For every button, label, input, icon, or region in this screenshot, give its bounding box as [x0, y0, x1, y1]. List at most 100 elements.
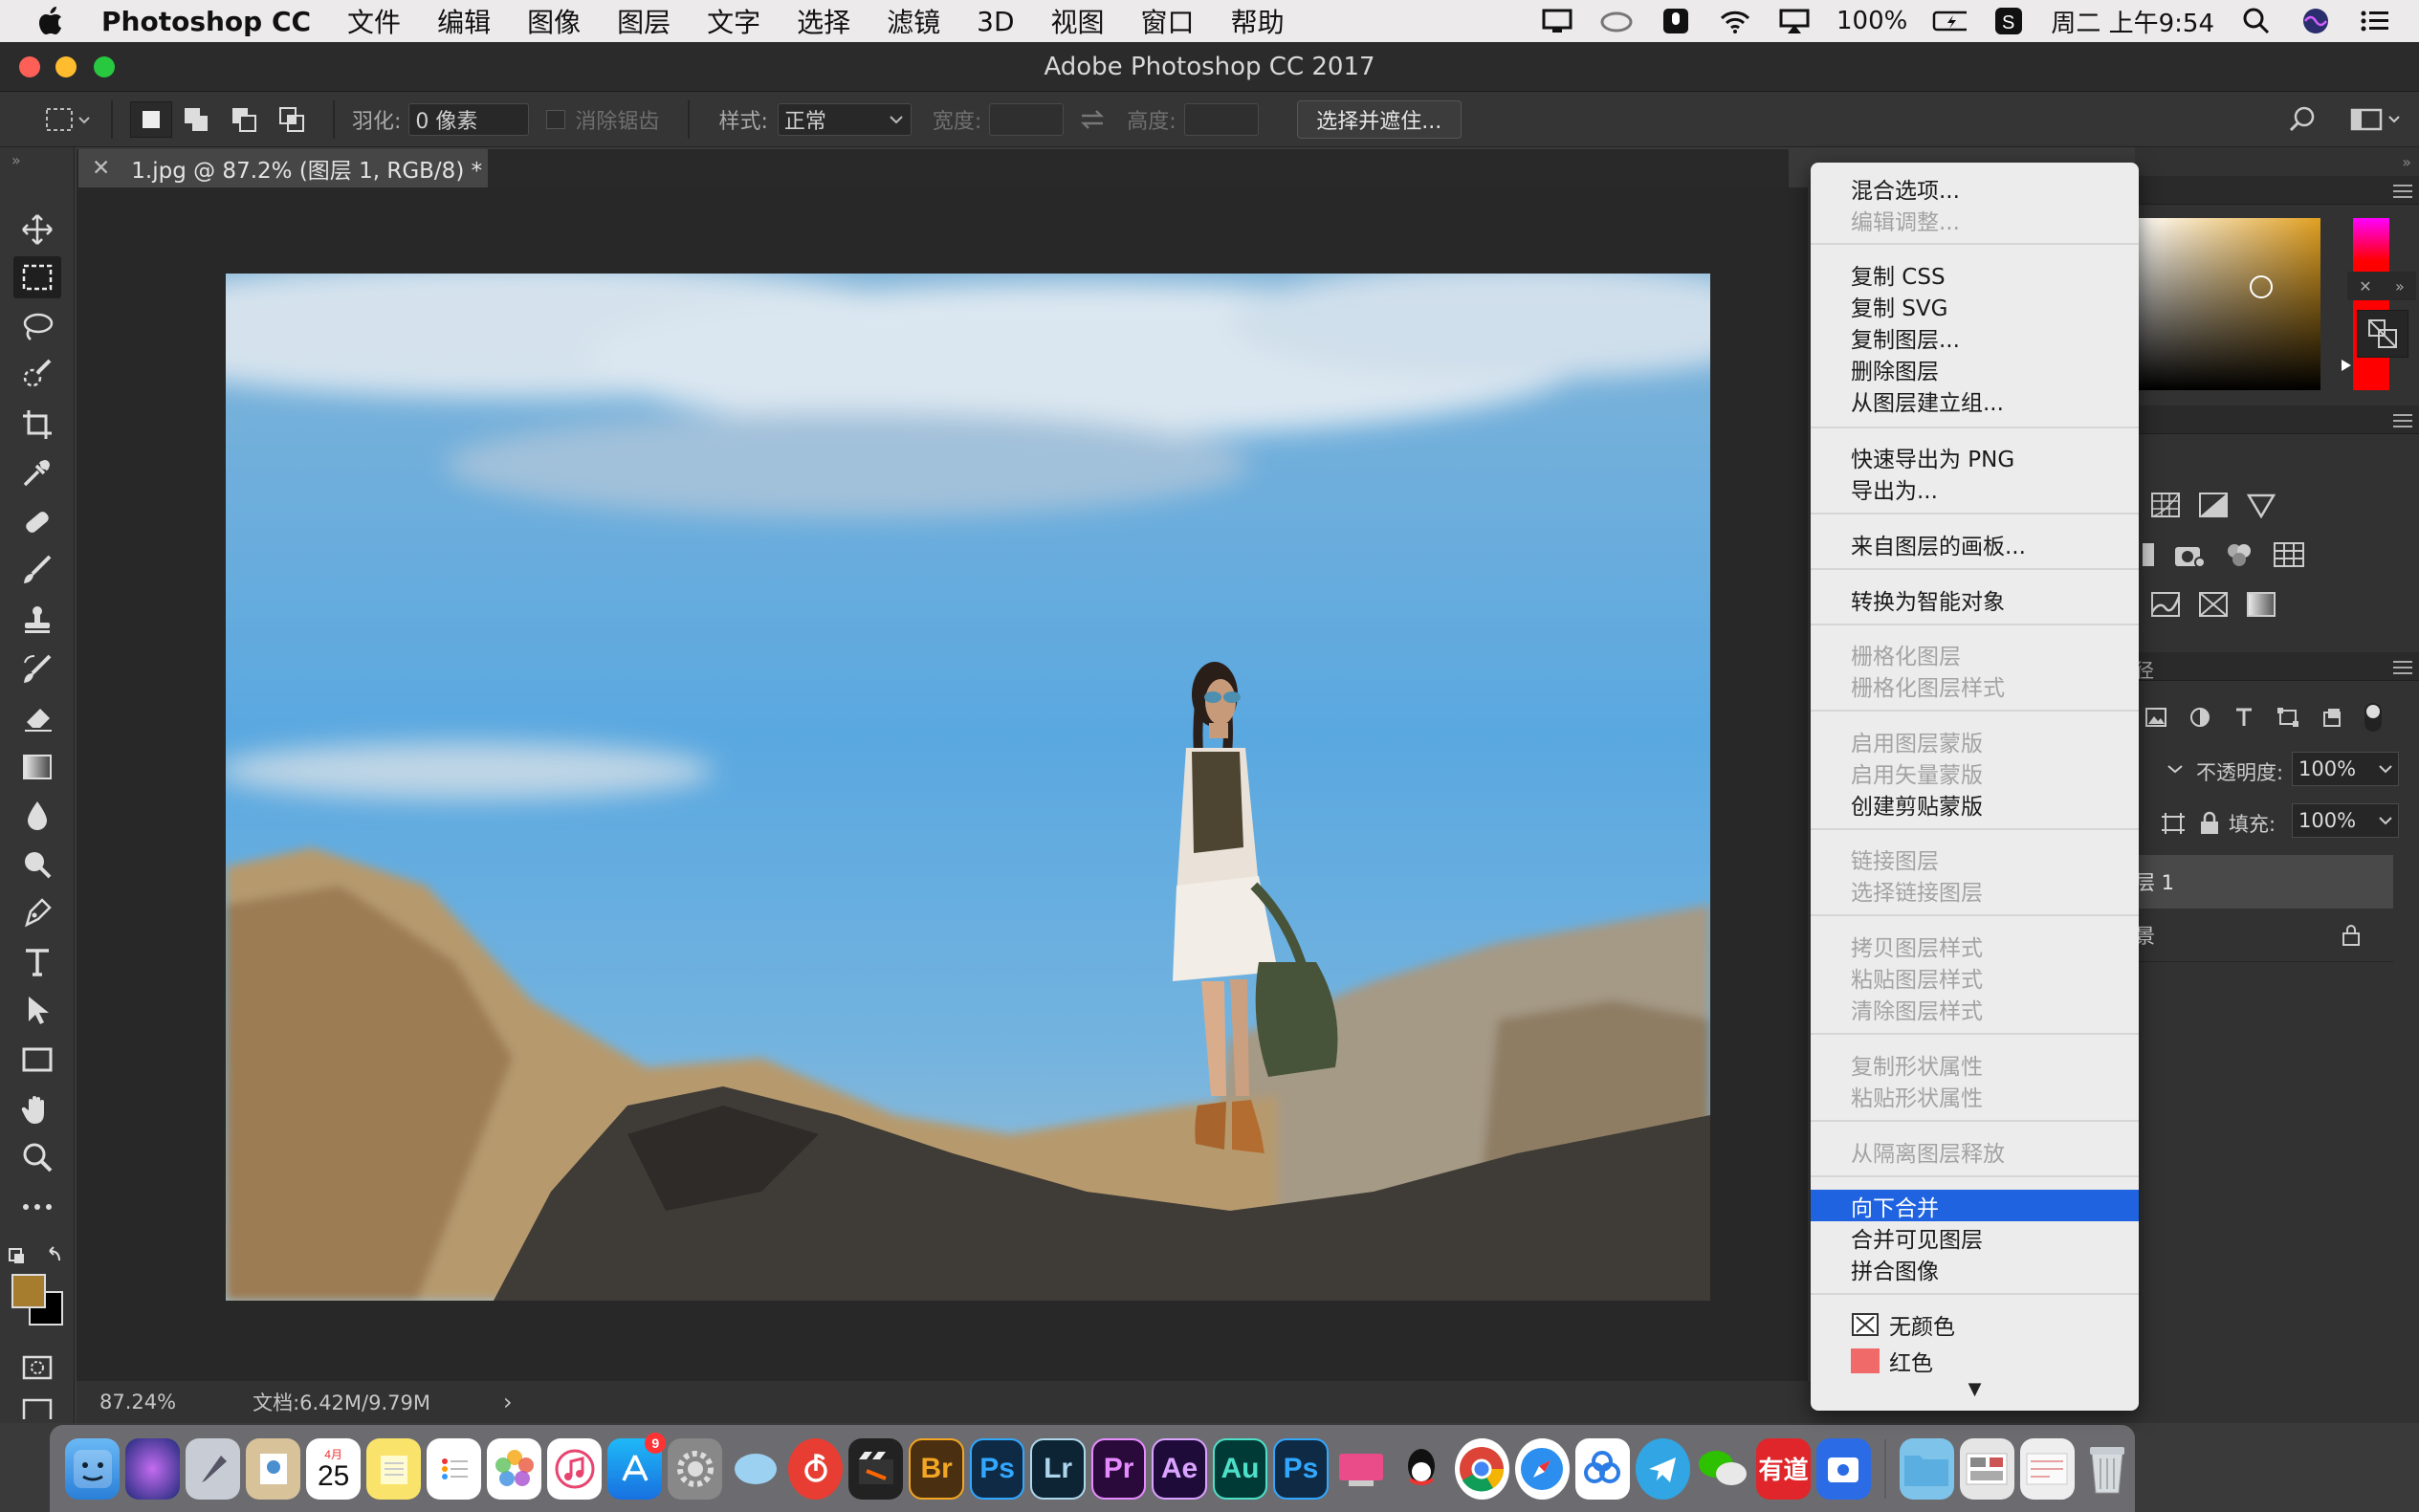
trash-icon[interactable]: [2080, 1438, 2135, 1500]
lock-all-icon[interactable]: [2198, 811, 2221, 836]
collapse-panel-icon[interactable]: »: [11, 151, 21, 169]
window-close-button[interactable]: [19, 56, 40, 77]
cleanmymac-icon[interactable]: [1334, 1438, 1389, 1500]
filter-shape-icon[interactable]: [2276, 707, 2299, 728]
lock-artboard-icon[interactable]: [2160, 811, 2187, 836]
filter-adjustment-icon[interactable]: [2188, 707, 2211, 728]
vibrance-icon[interactable]: [2246, 492, 2276, 518]
menu-edit[interactable]: 编辑: [437, 2, 491, 40]
qq-icon[interactable]: [1395, 1438, 1449, 1500]
close-tab-icon[interactable]: ✕: [92, 156, 110, 181]
menu-item-flatten-image[interactable]: 拼合图像: [1811, 1253, 2139, 1284]
workspace-switcher-icon[interactable]: [2342, 101, 2409, 138]
app-store-icon[interactable]: 9: [607, 1432, 667, 1500]
spotlight-search-icon[interactable]: [2239, 7, 2274, 35]
subtract-from-selection-icon[interactable]: [220, 101, 268, 138]
healing-brush-tool-icon[interactable]: [13, 501, 61, 543]
system-preferences-icon[interactable]: [668, 1437, 723, 1500]
color-lookup-icon[interactable]: [2273, 541, 2305, 568]
style-select[interactable]: 正常: [777, 102, 912, 136]
zoom-level[interactable]: 87.24%: [99, 1391, 176, 1413]
select-and-mask-button[interactable]: 选择并遮住...: [1296, 99, 1462, 139]
menu-select[interactable]: 选择: [797, 2, 850, 40]
black-white-icon[interactable]: [2141, 541, 2156, 568]
wifi-icon[interactable]: [1718, 7, 1752, 35]
brush-tool-icon[interactable]: [13, 549, 61, 591]
more-tools-icon[interactable]: [13, 1186, 61, 1228]
documents-stack-icon[interactable]: [2019, 1437, 2075, 1500]
menu-file[interactable]: 文件: [347, 2, 401, 40]
gradient-tool-icon[interactable]: [13, 746, 61, 788]
notes-icon[interactable]: [366, 1437, 422, 1500]
intersect-selection-icon[interactable]: [268, 101, 316, 138]
hand-tool-icon[interactable]: [13, 1088, 61, 1130]
sogou-input-icon[interactable]: S: [1991, 7, 2026, 35]
photoshop-2017-dock-icon[interactable]: Ps: [1273, 1437, 1329, 1500]
menu-item-convert-smart-object[interactable]: 转换为智能对象: [1811, 583, 2139, 615]
menu-item-quick-export-png[interactable]: 快速导出为 PNG: [1811, 441, 2139, 472]
document-tab[interactable]: ✕ 1.jpg @ 87.2% (图层 1, RGB/8) *: [78, 149, 488, 187]
bridge-icon[interactable]: Br: [909, 1437, 964, 1500]
filter-type-icon[interactable]: [2232, 707, 2255, 728]
airplay-icon[interactable]: [1777, 7, 1812, 35]
menu-item-duplicate-layer[interactable]: 复制图层...: [1811, 321, 2139, 353]
color-picker-cursor[interactable]: [2250, 275, 2273, 298]
type-tool-icon[interactable]: [13, 941, 61, 983]
path-selection-tool-icon[interactable]: [13, 989, 61, 1031]
hue-slider[interactable]: [2353, 218, 2389, 390]
quick-mask-icon[interactable]: [13, 1347, 61, 1389]
premiere-icon[interactable]: Pr: [1090, 1437, 1147, 1500]
threshold-icon[interactable]: [2198, 591, 2229, 618]
screen-mode-icon[interactable]: [13, 1391, 61, 1419]
status-menu-arrow[interactable]: ›: [503, 1389, 513, 1415]
move-tool-icon[interactable]: [13, 208, 61, 251]
lightroom-icon[interactable]: Lr: [1030, 1437, 1086, 1500]
menu-item-copy-css[interactable]: 复制 CSS: [1811, 258, 2139, 290]
layer-row-layer1[interactable]: 层 1: [2135, 855, 2393, 909]
menu-3d[interactable]: 3D: [977, 6, 1014, 37]
height-input[interactable]: [1183, 102, 1259, 136]
netease-music-icon[interactable]: [788, 1437, 844, 1500]
gradient-map-icon[interactable]: [2246, 591, 2276, 618]
quick-selection-tool-icon[interactable]: [13, 354, 61, 396]
search-icon[interactable]: [2281, 101, 2323, 138]
preview-icon[interactable]: [246, 1437, 301, 1500]
wechat-icon[interactable]: [1696, 1438, 1750, 1500]
siri-dock-icon[interactable]: [125, 1437, 181, 1500]
telegram-icon[interactable]: [1635, 1437, 1690, 1500]
safari-icon[interactable]: [1514, 1437, 1570, 1500]
apple-icon[interactable]: [34, 5, 67, 37]
window-minimize-button[interactable]: [55, 56, 77, 77]
display-icon[interactable]: [1540, 7, 1574, 35]
menubar-clock[interactable]: 周二 上午9:54: [2051, 4, 2214, 39]
menu-filter[interactable]: 滤镜: [887, 2, 940, 40]
menu-window[interactable]: 窗口: [1141, 2, 1195, 40]
baidu-netdisk-icon[interactable]: [1574, 1437, 1630, 1500]
menu-item-delete-layer[interactable]: 删除图层: [1811, 353, 2139, 384]
hue-slider-handle[interactable]: [2342, 360, 2351, 371]
chrome-icon[interactable]: [1454, 1437, 1509, 1500]
screenshot-stack-icon[interactable]: [1959, 1437, 2014, 1500]
new-selection-icon[interactable]: [130, 100, 172, 138]
exposure-icon[interactable]: [2198, 492, 2229, 518]
feather-input[interactable]: 0 像素: [408, 102, 530, 136]
menu-item-blending-options[interactable]: 混合选项...: [1811, 172, 2139, 204]
menu-item-copy-svg[interactable]: 复制 SVG: [1811, 290, 2139, 321]
document-photo[interactable]: [226, 274, 1710, 1301]
lasso-tool-icon[interactable]: [13, 306, 61, 348]
tencent-meeting-icon[interactable]: [1815, 1437, 1871, 1500]
opacity-input[interactable]: 100%: [2292, 752, 2399, 786]
filter-pixel-icon[interactable]: [2144, 707, 2167, 728]
menu-image[interactable]: 图像: [527, 2, 581, 40]
final-cut-pro-icon[interactable]: [848, 1437, 904, 1500]
foreground-color-swatch[interactable]: [11, 1274, 46, 1308]
curves-icon[interactable]: [2150, 492, 2181, 518]
menu-item-group-from-layers[interactable]: 从图层建立组...: [1811, 384, 2139, 416]
menu-layer[interactable]: 图层: [617, 2, 671, 40]
notification-center-icon[interactable]: [2358, 7, 2392, 35]
photos-icon[interactable]: [487, 1437, 542, 1500]
window-zoom-button[interactable]: [94, 56, 115, 77]
menu-help[interactable]: 帮助: [1231, 2, 1285, 40]
eraser-tool-icon[interactable]: [13, 696, 61, 738]
menu-item-export-as[interactable]: 导出为...: [1811, 472, 2139, 504]
